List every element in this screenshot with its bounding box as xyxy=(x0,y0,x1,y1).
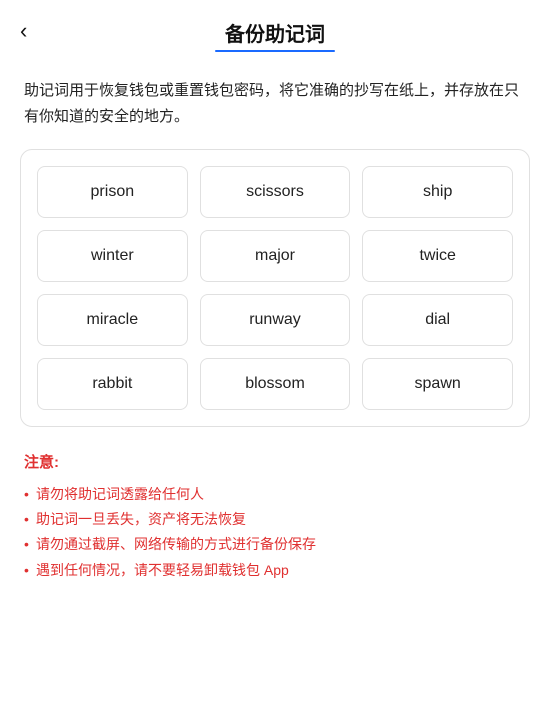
mnemonic-word: winter xyxy=(37,230,188,282)
notice-item: 请勿通过截屏、网络传输的方式进行备份保存 xyxy=(24,532,526,557)
title-wrapper: 备份助记词 xyxy=(215,18,335,52)
back-button[interactable]: ‹ xyxy=(20,18,27,44)
mnemonic-word: blossom xyxy=(200,358,351,410)
page-title: 备份助记词 xyxy=(225,18,325,47)
mnemonic-word: miracle xyxy=(37,294,188,346)
mnemonic-grid-container: prisonscissorsship wintermajortwice miracl… xyxy=(20,149,530,427)
description-text: 助记词用于恢复钱包或重置钱包密码，将它准确的抄写在纸上，并存放在只有你知道的安全… xyxy=(0,62,550,149)
mnemonic-word: spawn xyxy=(362,358,513,410)
mnemonic-word: rabbit xyxy=(37,358,188,410)
notice-section: 注意: 请勿将助记词透露给任何人助记词一旦丢失，资产将无法恢复请勿通过截屏、网络… xyxy=(0,427,550,603)
mnemonic-word: twice xyxy=(362,230,513,282)
notice-list: 请勿将助记词透露给任何人助记词一旦丢失，资产将无法恢复请勿通过截屏、网络传输的方… xyxy=(24,482,526,583)
mnemonic-word: major xyxy=(200,230,351,282)
mnemonic-grid: prisonscissorsship wintermajortwice miracl… xyxy=(37,166,513,410)
title-underline xyxy=(215,50,335,52)
mnemonic-word: runway xyxy=(200,294,351,346)
mnemonic-word: dial xyxy=(362,294,513,346)
notice-item: 助记词一旦丢失，资产将无法恢复 xyxy=(24,507,526,532)
mnemonic-word: prison xyxy=(37,166,188,218)
mnemonic-word: scissors xyxy=(200,166,351,218)
mnemonic-word: ship xyxy=(362,166,513,218)
notice-item: 遇到任何情况，请不要轻易卸载钱包 App xyxy=(24,558,526,583)
notice-item: 请勿将助记词透露给任何人 xyxy=(24,482,526,507)
header: ‹ 备份助记词 xyxy=(0,0,550,62)
notice-title: 注意: xyxy=(24,451,526,472)
